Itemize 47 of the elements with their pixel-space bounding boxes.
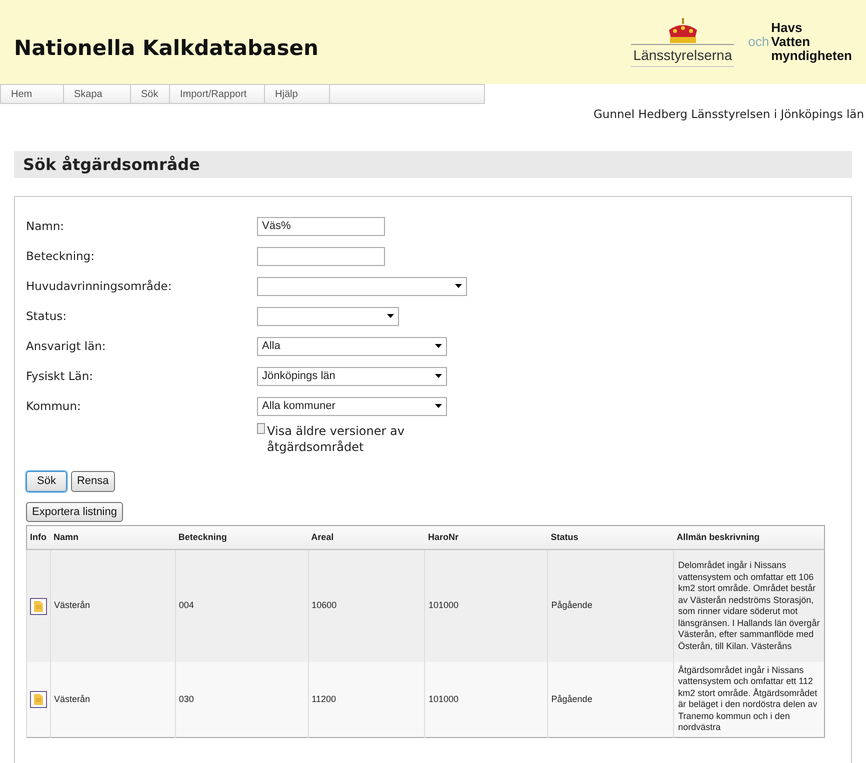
table-cell: 101000 [424,550,548,662]
table-cell: Åtgärdsområdet ingår i Nissans vattensystem och omfattar ett 112 km2 stort område. Åtgärdsområdet är beläget i den nordöstra delen av Tranemo kommun och i den nordvästra [674,662,824,738]
user-info: Gunnel Hedberg Länsstyrelsen i Jönköpings län [592,106,865,123]
column-header: Namn [50,526,176,550]
input-field[interactable]: Väs% [257,216,385,236]
column-header: Beteckning [175,526,308,550]
table-cell: 004 [175,550,308,662]
select-field[interactable]: Alla kommuner [257,396,447,416]
table-cell: Pågående [548,550,674,662]
field-label: Status: [26,308,68,325]
form-button[interactable]: Sök [26,471,67,492]
table-cell: 10600 [308,550,425,662]
select-field[interactable]: Alla [257,336,447,356]
menu-item[interactable]: Import/Rapport [170,85,265,103]
table-cell: 11200 [308,662,425,738]
site-title: Nationella Kalkdatabasen [14,36,318,62]
table-cell: Västerån [50,550,176,662]
menu-item[interactable]: Skapa [64,85,131,103]
checkbox-label: Visa äldre versioner av åtgärdsområdet [267,423,406,456]
field-label: Namn: [26,218,66,235]
page-title: Sök åtgärdsområde [14,151,852,178]
table-cell: 101000 [424,662,548,738]
table-cell: Pågående [548,662,674,738]
column-header: Areal [308,526,425,550]
column-header: HaroNr [424,526,548,550]
logo-text: Havs [771,21,804,35]
menu-item[interactable]: Sök [131,85,170,103]
menu-item[interactable]: Hem [1,85,64,103]
table-cell: Delområdet ingår i Nissans vattensystem och omfattar ett 106 km2 stort område. Området består av Västerån nedströms Storasjön, som rinner vidare söderut mot länsgränsen. I Hallands län övergår Västerån, efter sammanflöde med Österån, till Kilan. Västeråns [674,550,824,662]
field-label: Fysiskt Län: [26,368,94,385]
table-cell: 030 [175,662,308,738]
column-header: Status [548,526,674,550]
field-label: Beteckning: [26,248,96,265]
field-label: Huvudavrinningsområde: [26,278,173,295]
field-label: Kommun: [26,398,82,415]
table-cell: Västerån [50,662,176,738]
form-button[interactable]: Rensa [70,471,115,492]
select-field[interactable]: Jönköpings län [257,366,447,386]
logo-text: Länsstyrelserna [631,44,734,66]
logo-text: myndigheten [771,49,852,63]
column-header: Info [26,526,50,550]
field-label: Ansvarigt län: [26,338,107,355]
logo-text: Vatten [771,35,812,49]
menu-item[interactable]: Hjälp [265,85,330,103]
column-header: Allmän beskrivning [674,526,824,550]
logo-text: och [748,33,770,52]
export-button[interactable]: Exportera listning [26,502,123,522]
